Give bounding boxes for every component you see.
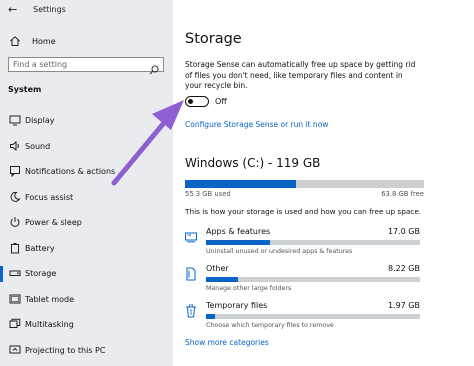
window-title: Settings (33, 5, 66, 14)
sidebar-item-label: Multitasking (25, 320, 74, 330)
apps-icon (185, 230, 197, 244)
show-more-categories-link[interactable]: Show more categories (185, 338, 269, 347)
category-usage-bar (206, 240, 420, 245)
category-apps-features[interactable]: Apps & features 17.0 GB Uninstall unused… (185, 227, 423, 267)
sidebar-item-focus-assist[interactable]: Focus assist (0, 185, 173, 211)
multitasking-icon (9, 318, 21, 330)
sidebar-item-label: Power & sleep (25, 218, 82, 228)
search-icon[interactable] (149, 60, 159, 79)
category-usage-fill (206, 277, 239, 282)
sidebar-item-label: Display (25, 116, 55, 126)
tablet-icon (9, 293, 21, 305)
title-bar: ← Settings (0, 0, 173, 22)
home-nav-item[interactable]: Home (8, 33, 56, 49)
sidebar-item-sound[interactable]: Sound (0, 134, 173, 160)
category-usage-bar (206, 314, 420, 319)
main-content: Storage Storage Sense can automatically … (173, 0, 474, 366)
category-usage-fill (206, 240, 271, 245)
usage-info-text: This is how your storage is used and how… (185, 207, 422, 216)
sidebar-item-power-sleep[interactable]: Power & sleep (0, 210, 173, 236)
drive-usage-fill (185, 180, 296, 188)
category-name: Other (206, 264, 229, 273)
toggle-state-label: Off (215, 97, 227, 106)
sidebar-item-tablet-mode[interactable]: Tablet mode (0, 287, 173, 313)
category-usage-fill (206, 314, 215, 319)
sidebar-item-battery[interactable]: Battery (0, 236, 173, 262)
drive-title: Windows (C:) - 119 GB (185, 156, 321, 170)
drive-usage-bar (185, 180, 424, 188)
sidebar-item-display[interactable]: Display (0, 108, 173, 134)
sidebar-item-label: Storage (25, 269, 57, 279)
display-icon (9, 114, 21, 126)
power-icon (9, 216, 21, 228)
speaker-icon (9, 140, 21, 152)
page-title: Storage (185, 31, 242, 47)
section-title: System (8, 85, 42, 94)
sidebar-item-label: Notifications & actions (25, 167, 116, 177)
category-size: 17.0 GB (387, 227, 420, 236)
category-name: Apps & features (206, 227, 271, 236)
toggle-knob (188, 98, 193, 104)
storage-sense-description: Storage Sense can automatically free up … (185, 60, 416, 90)
home-label: Home (32, 36, 56, 46)
sidebar-item-storage[interactable]: Storage (0, 261, 173, 287)
category-size: 1.97 GB (387, 301, 420, 310)
projecting-icon (9, 344, 21, 356)
storage-icon (9, 267, 21, 279)
category-name: Temporary files (206, 301, 268, 310)
notifications-icon (9, 165, 21, 177)
sidebar-item-label: Tablet mode (25, 294, 75, 304)
sidebar-nav: Display Sound Notifications & actions Fo… (0, 108, 173, 363)
category-other[interactable]: Other 8.22 GB Manage other large folders (185, 264, 423, 304)
category-size: 8.22 GB (387, 264, 420, 273)
sidebar-item-label: Battery (25, 243, 55, 253)
category-subtitle: Uninstall unused or undesired apps & fea… (206, 248, 353, 255)
trash-icon (185, 304, 197, 318)
home-icon (8, 34, 22, 48)
search-box[interactable] (8, 57, 164, 75)
category-usage-bar (206, 277, 420, 282)
sidebar-item-label: Projecting to this PC (25, 345, 106, 355)
battery-icon (9, 242, 21, 254)
category-subtitle: Manage other large folders (206, 285, 292, 292)
search-input[interactable] (9, 58, 143, 71)
category-subtitle: Choose which temporary files to remove (206, 322, 334, 329)
free-space-label: 63.8 GB free (381, 190, 424, 198)
sidebar-item-projecting[interactable]: Projecting to this PC (0, 338, 173, 364)
other-files-icon (185, 267, 197, 281)
moon-icon (9, 191, 21, 203)
back-arrow-icon[interactable]: ← (8, 3, 17, 16)
category-temporary-files[interactable]: Temporary files 1.97 GB Choose which tem… (185, 301, 423, 341)
used-space-label: 55.3 GB used (185, 190, 231, 198)
sidebar-item-label: Sound (25, 141, 51, 151)
sidebar-item-notifications[interactable]: Notifications & actions (0, 159, 173, 185)
sidebar-item-label: Focus assist (25, 192, 74, 202)
configure-storage-sense-link[interactable]: Configure Storage Sense or run it now (185, 120, 328, 129)
storage-sense-toggle[interactable] (185, 96, 209, 107)
sidebar-item-multitasking[interactable]: Multitasking (0, 312, 173, 338)
sidebar: ← Settings Home System Display Sound Not… (0, 0, 173, 366)
